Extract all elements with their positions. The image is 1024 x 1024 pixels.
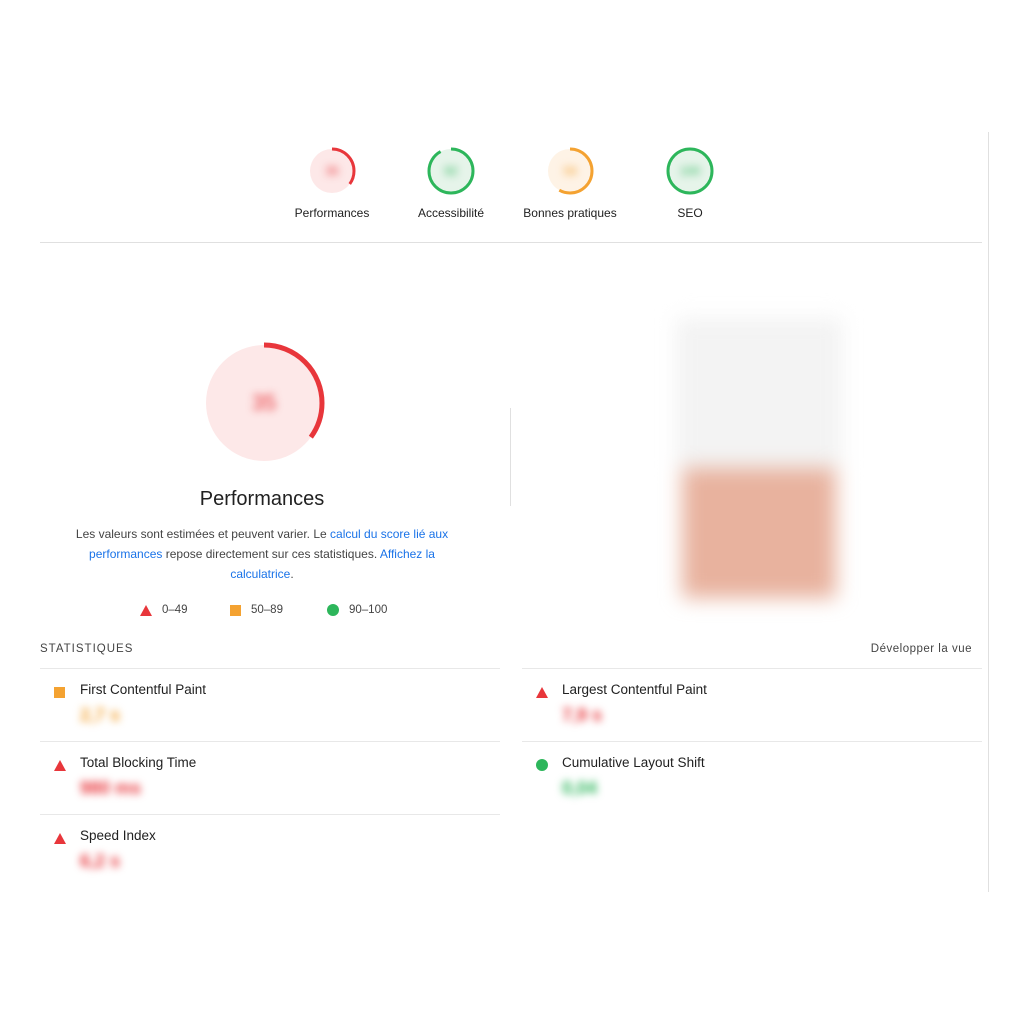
center-divider <box>510 408 511 506</box>
gauge-bonnes-pratiques[interactable]: 58 Bonnes pratiques <box>500 146 640 220</box>
gauge-seo[interactable]: 100 SEO <box>620 146 760 220</box>
score-value: 92 <box>444 164 458 178</box>
performance-score-value: 35 <box>252 390 276 415</box>
metric-value: 2,7 s <box>80 705 121 725</box>
red-triangle-icon <box>54 760 66 771</box>
score-description: Les valeurs sont estimées et peuvent var… <box>70 524 454 584</box>
score-value: 58 <box>563 164 577 178</box>
right-divider <box>988 132 989 892</box>
legend-item-average: 50–89 <box>230 604 283 616</box>
performance-title: Performances <box>199 488 325 510</box>
metric-value: 980 ms <box>80 778 142 798</box>
metric-largest-contentful-paint: Largest Contentful Paint 7,9 s <box>522 668 982 741</box>
legend-range: 90–100 <box>349 604 388 616</box>
red-triangle-icon <box>536 687 548 698</box>
red-triangle-icon <box>54 833 66 844</box>
description-text-end: . <box>290 567 294 581</box>
metric-cumulative-layout-shift: Cumulative Layout Shift 0,04 <box>522 741 982 814</box>
gauge-label: Bonnes pratiques <box>523 206 617 220</box>
description-text-start: Les valeurs sont estimées et peuvent var… <box>75 527 331 541</box>
header-separator <box>40 242 982 243</box>
score-ring: 35 <box>308 147 356 195</box>
metric-value: 7,9 s <box>562 705 603 725</box>
score-value: 100 <box>680 164 700 178</box>
score-ring: 92 <box>427 147 475 195</box>
red-triangle-icon <box>140 604 152 616</box>
metric-first-contentful-paint: First Contentful Paint 2,7 s <box>40 668 500 741</box>
metric-name: Total Blocking Time <box>80 755 197 770</box>
description-text-middle: repose directement sur ces statistiques. <box>162 547 380 561</box>
performance-score-gauge: 35 <box>203 342 325 464</box>
metric-name: First Contentful Paint <box>80 682 207 697</box>
score-ring: 100 <box>666 147 714 195</box>
legend-item-good: 90–100 <box>327 604 387 616</box>
legend-range: 0–49 <box>162 604 188 616</box>
legend-range: 50–89 <box>251 604 283 616</box>
gauge-label: SEO <box>677 206 703 220</box>
green-circle-icon <box>327 604 339 616</box>
metric-value: 0,04 <box>562 778 598 798</box>
legend-item-poor: 0–49 <box>140 604 188 616</box>
score-value: 35 <box>325 164 339 178</box>
metric-total-blocking-time: Total Blocking Time 980 ms <box>40 741 500 814</box>
orange-square-icon <box>230 604 241 616</box>
page-screenshot-thumbnail[interactable] <box>676 318 842 610</box>
metric-speed-index: Speed Index 6,2 s <box>40 814 500 887</box>
expand-view-toggle[interactable]: Développer la vue <box>871 643 972 655</box>
metric-name: Cumulative Layout Shift <box>562 755 705 770</box>
metric-name: Speed Index <box>80 828 156 843</box>
green-circle-icon <box>536 759 548 771</box>
metric-value: 6,2 s <box>80 851 121 871</box>
statistics-header: STATISTIQUES <box>40 643 134 655</box>
metric-name: Largest Contentful Paint <box>562 682 707 697</box>
score-ring: 58 <box>546 147 594 195</box>
orange-square-icon <box>54 687 65 698</box>
